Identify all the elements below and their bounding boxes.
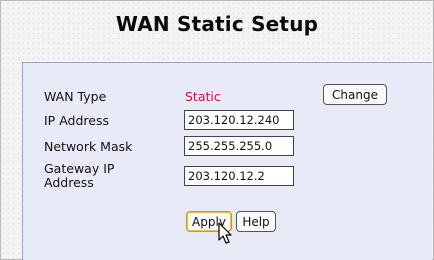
help-button[interactable]: Help xyxy=(236,211,276,232)
gateway-ip-label: Gateway IP Address xyxy=(44,162,114,190)
wan-type-value: Static xyxy=(185,89,221,104)
network-mask-label: Network Mask xyxy=(44,139,133,154)
page-title: WAN Static Setup xyxy=(115,12,319,36)
change-button[interactable]: Change xyxy=(323,84,387,105)
network-mask-field[interactable]: 255.255.255.0 xyxy=(184,136,294,156)
gateway-ip-field[interactable]: 203.120.12.2 xyxy=(184,166,294,186)
ip-address-label: IP Address xyxy=(44,113,109,128)
ip-address-field[interactable]: 203.120.12.240 xyxy=(184,110,294,130)
gateway-ip-label-line2: Address xyxy=(44,175,94,190)
mouse-pointer-icon xyxy=(218,222,232,244)
gateway-ip-label-line1: Gateway IP xyxy=(44,161,115,176)
wan-type-label: WAN Type xyxy=(44,89,107,104)
